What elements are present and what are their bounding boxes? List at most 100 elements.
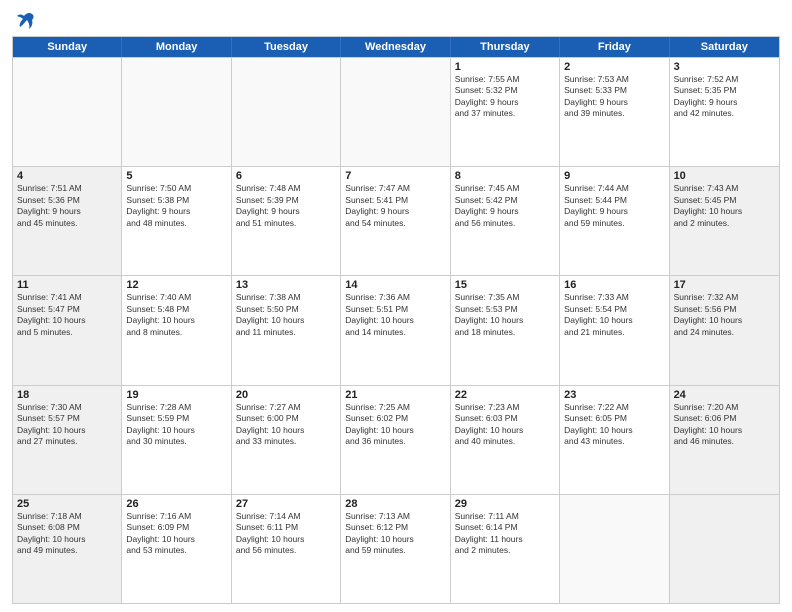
header bbox=[12, 10, 780, 32]
calendar-cell-day-22: 22Sunrise: 7:23 AM Sunset: 6:03 PM Dayli… bbox=[451, 386, 560, 494]
calendar-cell-day-11: 11Sunrise: 7:41 AM Sunset: 5:47 PM Dayli… bbox=[13, 276, 122, 384]
logo bbox=[12, 10, 36, 32]
cell-info: Sunrise: 7:52 AM Sunset: 5:35 PM Dayligh… bbox=[674, 74, 775, 120]
calendar-cell-empty bbox=[341, 58, 450, 166]
calendar-cell-day-21: 21Sunrise: 7:25 AM Sunset: 6:02 PM Dayli… bbox=[341, 386, 450, 494]
day-number: 13 bbox=[236, 279, 336, 291]
day-number: 14 bbox=[345, 279, 445, 291]
cell-info: Sunrise: 7:48 AM Sunset: 5:39 PM Dayligh… bbox=[236, 183, 336, 229]
calendar-cell-day-8: 8Sunrise: 7:45 AM Sunset: 5:42 PM Daylig… bbox=[451, 167, 560, 275]
calendar-cell-day-26: 26Sunrise: 7:16 AM Sunset: 6:09 PM Dayli… bbox=[122, 495, 231, 603]
day-number: 6 bbox=[236, 170, 336, 182]
calendar-cell-day-6: 6Sunrise: 7:48 AM Sunset: 5:39 PM Daylig… bbox=[232, 167, 341, 275]
cell-info: Sunrise: 7:43 AM Sunset: 5:45 PM Dayligh… bbox=[674, 183, 775, 229]
calendar-cell-day-7: 7Sunrise: 7:47 AM Sunset: 5:41 PM Daylig… bbox=[341, 167, 450, 275]
day-number: 25 bbox=[17, 498, 117, 510]
day-number: 20 bbox=[236, 389, 336, 401]
cell-info: Sunrise: 7:13 AM Sunset: 6:12 PM Dayligh… bbox=[345, 511, 445, 557]
day-number: 23 bbox=[564, 389, 664, 401]
calendar-cell-day-1: 1Sunrise: 7:55 AM Sunset: 5:32 PM Daylig… bbox=[451, 58, 560, 166]
cell-info: Sunrise: 7:35 AM Sunset: 5:53 PM Dayligh… bbox=[455, 292, 555, 338]
cell-info: Sunrise: 7:14 AM Sunset: 6:11 PM Dayligh… bbox=[236, 511, 336, 557]
cell-info: Sunrise: 7:16 AM Sunset: 6:09 PM Dayligh… bbox=[126, 511, 226, 557]
calendar-cell-day-19: 19Sunrise: 7:28 AM Sunset: 5:59 PM Dayli… bbox=[122, 386, 231, 494]
calendar-cell-day-15: 15Sunrise: 7:35 AM Sunset: 5:53 PM Dayli… bbox=[451, 276, 560, 384]
calendar-cell-day-3: 3Sunrise: 7:52 AM Sunset: 5:35 PM Daylig… bbox=[670, 58, 779, 166]
cell-info: Sunrise: 7:23 AM Sunset: 6:03 PM Dayligh… bbox=[455, 402, 555, 448]
calendar-body: 1Sunrise: 7:55 AM Sunset: 5:32 PM Daylig… bbox=[13, 57, 779, 603]
day-number: 16 bbox=[564, 279, 664, 291]
calendar-row-2: 4Sunrise: 7:51 AM Sunset: 5:36 PM Daylig… bbox=[13, 166, 779, 275]
calendar-cell-empty bbox=[13, 58, 122, 166]
calendar-row-3: 11Sunrise: 7:41 AM Sunset: 5:47 PM Dayli… bbox=[13, 275, 779, 384]
header-day-friday: Friday bbox=[560, 37, 669, 57]
day-number: 17 bbox=[674, 279, 775, 291]
day-number: 7 bbox=[345, 170, 445, 182]
calendar-row-4: 18Sunrise: 7:30 AM Sunset: 5:57 PM Dayli… bbox=[13, 385, 779, 494]
calendar-cell-day-27: 27Sunrise: 7:14 AM Sunset: 6:11 PM Dayli… bbox=[232, 495, 341, 603]
calendar-cell-day-29: 29Sunrise: 7:11 AM Sunset: 6:14 PM Dayli… bbox=[451, 495, 560, 603]
day-number: 9 bbox=[564, 170, 664, 182]
cell-info: Sunrise: 7:55 AM Sunset: 5:32 PM Dayligh… bbox=[455, 74, 555, 120]
logo-bird-icon bbox=[14, 10, 36, 32]
calendar-cell-day-9: 9Sunrise: 7:44 AM Sunset: 5:44 PM Daylig… bbox=[560, 167, 669, 275]
cell-info: Sunrise: 7:25 AM Sunset: 6:02 PM Dayligh… bbox=[345, 402, 445, 448]
cell-info: Sunrise: 7:40 AM Sunset: 5:48 PM Dayligh… bbox=[126, 292, 226, 338]
calendar-cell-day-25: 25Sunrise: 7:18 AM Sunset: 6:08 PM Dayli… bbox=[13, 495, 122, 603]
calendar-cell-day-2: 2Sunrise: 7:53 AM Sunset: 5:33 PM Daylig… bbox=[560, 58, 669, 166]
day-number: 5 bbox=[126, 170, 226, 182]
header-day-thursday: Thursday bbox=[451, 37, 560, 57]
calendar-cell-day-17: 17Sunrise: 7:32 AM Sunset: 5:56 PM Dayli… bbox=[670, 276, 779, 384]
day-number: 10 bbox=[674, 170, 775, 182]
cell-info: Sunrise: 7:51 AM Sunset: 5:36 PM Dayligh… bbox=[17, 183, 117, 229]
day-number: 21 bbox=[345, 389, 445, 401]
calendar-cell-day-13: 13Sunrise: 7:38 AM Sunset: 5:50 PM Dayli… bbox=[232, 276, 341, 384]
calendar-cell-day-20: 20Sunrise: 7:27 AM Sunset: 6:00 PM Dayli… bbox=[232, 386, 341, 494]
calendar-cell-empty bbox=[670, 495, 779, 603]
calendar-cell-day-12: 12Sunrise: 7:40 AM Sunset: 5:48 PM Dayli… bbox=[122, 276, 231, 384]
day-number: 28 bbox=[345, 498, 445, 510]
day-number: 1 bbox=[455, 61, 555, 73]
calendar-cell-day-23: 23Sunrise: 7:22 AM Sunset: 6:05 PM Dayli… bbox=[560, 386, 669, 494]
calendar-cell-day-28: 28Sunrise: 7:13 AM Sunset: 6:12 PM Dayli… bbox=[341, 495, 450, 603]
cell-info: Sunrise: 7:28 AM Sunset: 5:59 PM Dayligh… bbox=[126, 402, 226, 448]
calendar-cell-empty bbox=[232, 58, 341, 166]
day-number: 29 bbox=[455, 498, 555, 510]
cell-info: Sunrise: 7:41 AM Sunset: 5:47 PM Dayligh… bbox=[17, 292, 117, 338]
day-number: 8 bbox=[455, 170, 555, 182]
day-number: 2 bbox=[564, 61, 664, 73]
cell-info: Sunrise: 7:32 AM Sunset: 5:56 PM Dayligh… bbox=[674, 292, 775, 338]
calendar-row-5: 25Sunrise: 7:18 AM Sunset: 6:08 PM Dayli… bbox=[13, 494, 779, 603]
day-number: 11 bbox=[17, 279, 117, 291]
header-day-saturday: Saturday bbox=[670, 37, 779, 57]
calendar-cell-empty bbox=[122, 58, 231, 166]
calendar-cell-day-4: 4Sunrise: 7:51 AM Sunset: 5:36 PM Daylig… bbox=[13, 167, 122, 275]
calendar-row-1: 1Sunrise: 7:55 AM Sunset: 5:32 PM Daylig… bbox=[13, 57, 779, 166]
cell-info: Sunrise: 7:22 AM Sunset: 6:05 PM Dayligh… bbox=[564, 402, 664, 448]
cell-info: Sunrise: 7:11 AM Sunset: 6:14 PM Dayligh… bbox=[455, 511, 555, 557]
header-day-wednesday: Wednesday bbox=[341, 37, 450, 57]
day-number: 24 bbox=[674, 389, 775, 401]
cell-info: Sunrise: 7:30 AM Sunset: 5:57 PM Dayligh… bbox=[17, 402, 117, 448]
cell-info: Sunrise: 7:38 AM Sunset: 5:50 PM Dayligh… bbox=[236, 292, 336, 338]
page: SundayMondayTuesdayWednesdayThursdayFrid… bbox=[0, 0, 792, 612]
cell-info: Sunrise: 7:50 AM Sunset: 5:38 PM Dayligh… bbox=[126, 183, 226, 229]
day-number: 4 bbox=[17, 170, 117, 182]
cell-info: Sunrise: 7:27 AM Sunset: 6:00 PM Dayligh… bbox=[236, 402, 336, 448]
day-number: 12 bbox=[126, 279, 226, 291]
day-number: 19 bbox=[126, 389, 226, 401]
cell-info: Sunrise: 7:47 AM Sunset: 5:41 PM Dayligh… bbox=[345, 183, 445, 229]
calendar-cell-day-18: 18Sunrise: 7:30 AM Sunset: 5:57 PM Dayli… bbox=[13, 386, 122, 494]
calendar-cell-day-16: 16Sunrise: 7:33 AM Sunset: 5:54 PM Dayli… bbox=[560, 276, 669, 384]
cell-info: Sunrise: 7:33 AM Sunset: 5:54 PM Dayligh… bbox=[564, 292, 664, 338]
calendar-header: SundayMondayTuesdayWednesdayThursdayFrid… bbox=[13, 37, 779, 57]
header-day-monday: Monday bbox=[122, 37, 231, 57]
day-number: 15 bbox=[455, 279, 555, 291]
calendar-cell-day-10: 10Sunrise: 7:43 AM Sunset: 5:45 PM Dayli… bbox=[670, 167, 779, 275]
cell-info: Sunrise: 7:36 AM Sunset: 5:51 PM Dayligh… bbox=[345, 292, 445, 338]
cell-info: Sunrise: 7:45 AM Sunset: 5:42 PM Dayligh… bbox=[455, 183, 555, 229]
cell-info: Sunrise: 7:20 AM Sunset: 6:06 PM Dayligh… bbox=[674, 402, 775, 448]
cell-info: Sunrise: 7:53 AM Sunset: 5:33 PM Dayligh… bbox=[564, 74, 664, 120]
day-number: 22 bbox=[455, 389, 555, 401]
header-day-tuesday: Tuesday bbox=[232, 37, 341, 57]
